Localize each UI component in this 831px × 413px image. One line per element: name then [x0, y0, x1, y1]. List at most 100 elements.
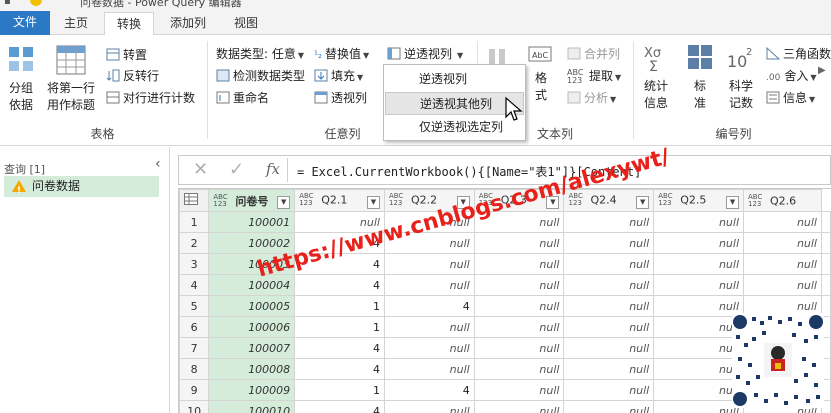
cell-survey-id[interactable]: 100009 [208, 379, 296, 401]
column-filter-icon[interactable]: ▼ [366, 195, 380, 209]
table-cell[interactable]: null [653, 337, 745, 359]
table-cell[interactable]: null [383, 211, 475, 233]
table-cell[interactable]: null [473, 358, 565, 380]
table-cell[interactable]: 4 [383, 295, 475, 317]
cell-survey-id[interactable]: 100008 [208, 358, 296, 380]
cell-survey-id[interactable]: 100003 [208, 253, 296, 275]
row-number[interactable]: 5 [179, 295, 210, 317]
smiley-feedback-icon[interactable] [30, 0, 42, 6]
ribbon-scroll-right-icon[interactable]: ▶ [818, 65, 826, 76]
row-number[interactable]: 6 [179, 316, 210, 338]
table-cell[interactable]: null [743, 253, 822, 275]
column-filter-icon[interactable]: ▼ [636, 195, 650, 209]
row-number[interactable]: 9 [179, 379, 210, 401]
table-cell[interactable]: null [383, 358, 475, 380]
table-cell[interactable]: null [653, 253, 745, 275]
table-cell[interactable]: null [383, 316, 475, 338]
data-type-dropdown[interactable]: 数据类型: 任意 ▼ [216, 45, 304, 62]
group-by-button[interactable]: 分组 依据 [4, 45, 38, 114]
statistics-button[interactable]: Χσ Σ 统计 信息 [640, 43, 672, 112]
table-cell[interactable]: 4 [383, 379, 475, 401]
table-cell[interactable]: null [563, 232, 655, 254]
table-cell[interactable]: null [383, 337, 475, 359]
scientific-button[interactable]: 10 2 科学 记数 [724, 43, 758, 112]
table-cell[interactable]: null [473, 295, 565, 317]
collapse-pane-icon[interactable]: ‹ [155, 156, 161, 172]
table-row[interactable]: 2 100002 4 null null null null null [179, 232, 831, 254]
tab-file[interactable]: 文件 [0, 11, 51, 35]
column-filter-icon[interactable]: ▼ [546, 195, 560, 209]
table-cell[interactable]: null [473, 400, 565, 413]
column-filter-icon[interactable]: ▼ [277, 195, 291, 209]
table-cell[interactable]: null [563, 316, 655, 338]
table-cell[interactable]: 4 [294, 253, 385, 275]
menu-item-unpivot-columns[interactable]: 逆透视列 [385, 68, 524, 91]
row-number[interactable]: 2 [179, 232, 210, 254]
merge-columns-button[interactable]: 合并列 [567, 45, 620, 62]
cell-survey-id[interactable]: 100004 [208, 274, 296, 296]
table-row[interactable]: 4 100004 4 null null null null null [179, 274, 831, 296]
column-filter-icon[interactable]: ▼ [726, 195, 740, 209]
rounding-button[interactable]: .00 舍入 ▼ [766, 67, 817, 84]
cell-survey-id[interactable]: 100010 [208, 400, 296, 413]
cell-survey-id[interactable]: 100006 [208, 316, 296, 338]
table-cell[interactable]: null [473, 211, 565, 233]
query-item[interactable]: 问卷数据 [4, 176, 159, 202]
formula-input[interactable]: = Excel.CurrentWorkbook(){[Name="表1"]}[C… [297, 163, 641, 180]
row-number[interactable]: 3 [179, 253, 210, 275]
menu-item-unpivot-other-columns[interactable]: 逆透视其他列 [385, 92, 524, 115]
table-cell[interactable]: null [653, 400, 745, 413]
table-cell[interactable]: null [473, 232, 565, 254]
parse-button[interactable]: 分析 ▼ [567, 89, 616, 106]
column-header-q2-3[interactable]: ABC 123 Q2.3 ▼ [473, 189, 565, 212]
extract-button[interactable]: ABC 123 提取 ▼ [567, 67, 621, 85]
menu-item-unpivot-selected-columns[interactable]: 仅逆透视选定列 [385, 116, 524, 139]
table-cell[interactable]: 4 [294, 232, 385, 254]
column-header-q2-2[interactable]: ABC 123 Q2.2 ▼ [383, 189, 475, 212]
quick-access-icon[interactable]: ▪ [4, 0, 11, 7]
table-cell[interactable]: null [743, 232, 822, 254]
table-cell[interactable]: null [563, 379, 655, 401]
table-cell[interactable]: null [473, 337, 565, 359]
detect-data-type-button[interactable]: 检测数据类型 [216, 67, 305, 84]
table-cell[interactable]: 4 [294, 274, 385, 296]
table-cell[interactable]: null [653, 295, 745, 317]
table-cell[interactable]: null [653, 316, 745, 338]
table-cell[interactable]: null [563, 358, 655, 380]
table-cell[interactable]: null [473, 379, 565, 401]
row-number[interactable]: 10 [179, 400, 210, 413]
commit-formula-icon[interactable]: ✓ [229, 159, 244, 180]
cell-survey-id[interactable]: 100007 [208, 337, 296, 359]
table-cell[interactable]: null [473, 253, 565, 275]
row-number[interactable]: 4 [179, 274, 210, 296]
row-number[interactable]: 7 [179, 337, 210, 359]
column-header-q2-1[interactable]: ABC 123 Q2.1 ▼ [294, 189, 385, 212]
table-cell[interactable]: null [563, 400, 655, 413]
count-rows-button[interactable]: 对行进行计数 [106, 89, 195, 106]
column-filter-icon[interactable]: ▼ [456, 195, 470, 209]
row-number[interactable]: 1 [179, 211, 210, 233]
table-row[interactable]: 1 100001 null null null null null null [179, 211, 831, 233]
table-cell[interactable]: null [383, 274, 475, 296]
cell-survey-id[interactable]: 100005 [208, 295, 296, 317]
fx-icon[interactable]: fx [266, 160, 280, 178]
cancel-formula-icon[interactable]: ✕ [193, 159, 208, 180]
table-cell[interactable]: null [383, 400, 475, 413]
table-cell[interactable]: null [653, 358, 745, 380]
table-cell[interactable]: null [743, 274, 822, 296]
table-cell[interactable]: 1 [294, 295, 385, 317]
table-cell[interactable]: null [653, 274, 745, 296]
format-button[interactable]: AbC 格 式 [526, 43, 556, 104]
table-cell[interactable]: 4 [294, 400, 385, 413]
table-cell[interactable]: null [473, 316, 565, 338]
cell-survey-id[interactable]: 100002 [208, 232, 296, 254]
fill-button[interactable]: 填充 ▼ [314, 67, 363, 84]
table-cell[interactable]: null [473, 274, 565, 296]
table-row[interactable]: 3 100003 4 null null null null null [179, 253, 831, 275]
table-cell[interactable]: null [563, 211, 655, 233]
table-cell[interactable]: null [563, 274, 655, 296]
table-cell[interactable]: null [743, 211, 822, 233]
table-cell[interactable]: null [383, 253, 475, 275]
table-cell[interactable]: 4 [294, 337, 385, 359]
table-cell[interactable]: null [294, 211, 385, 233]
